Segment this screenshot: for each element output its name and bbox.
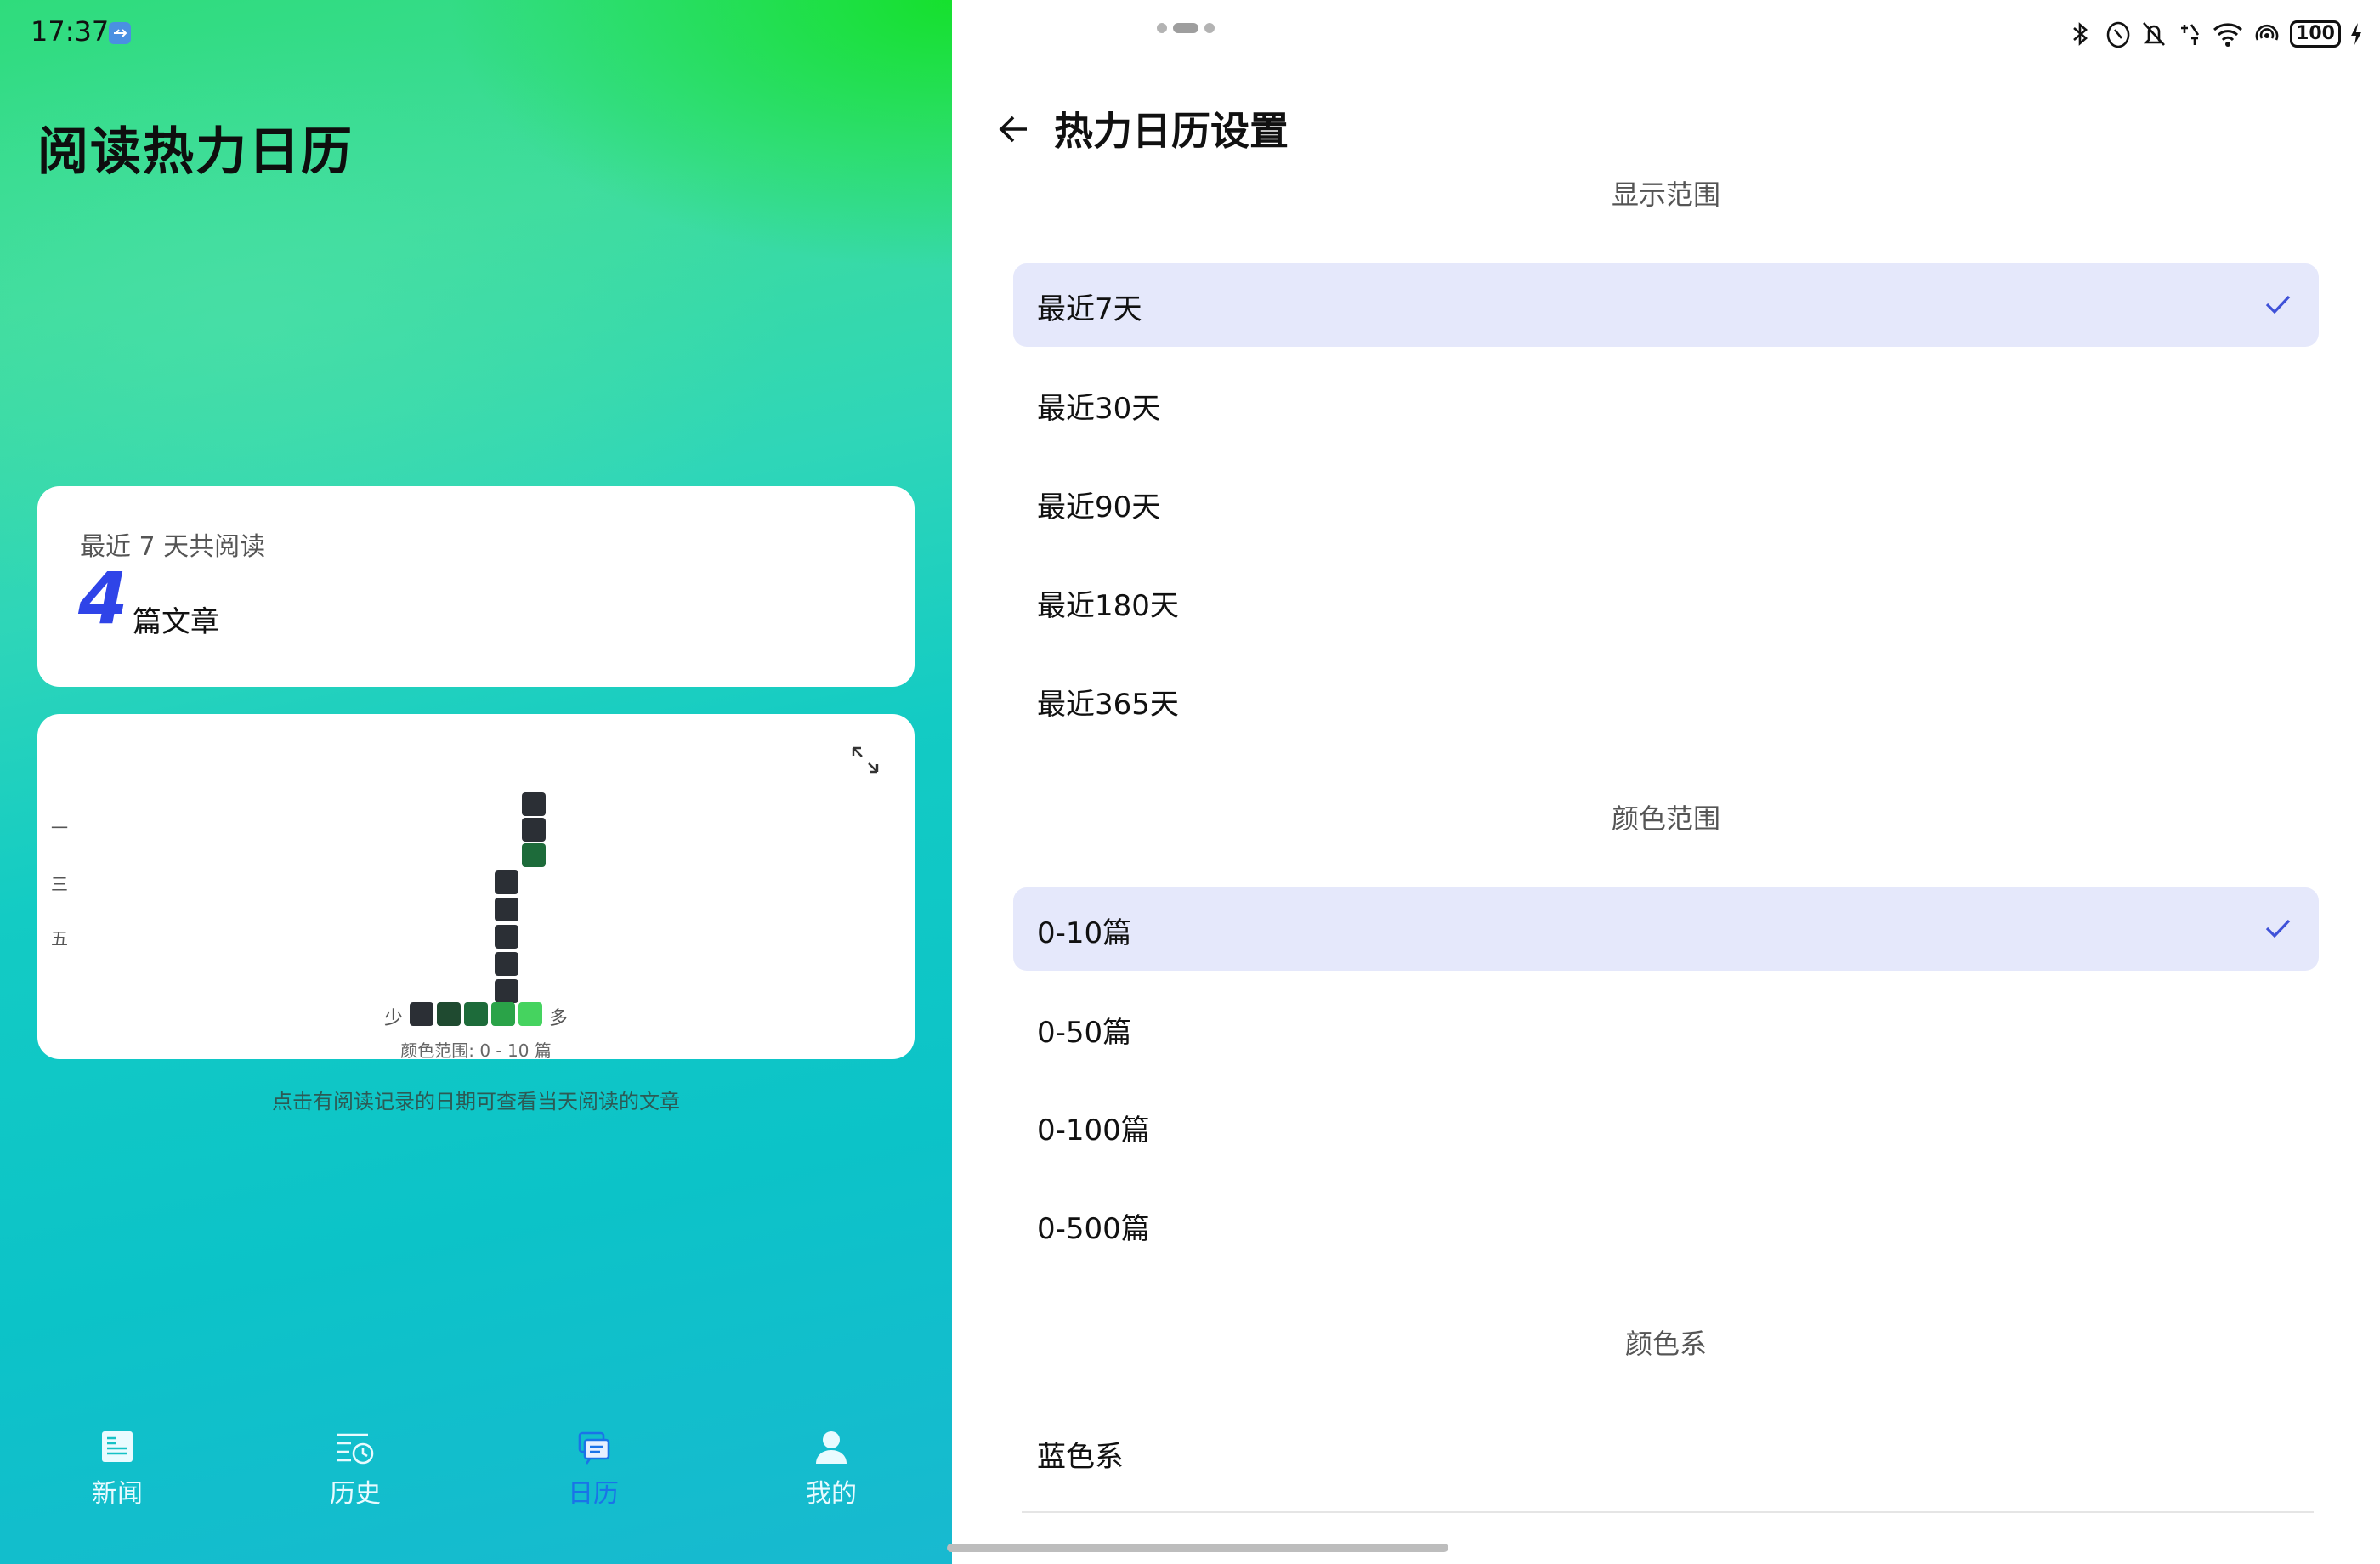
day-cell[interactable] [495, 898, 518, 921]
battery-icon: 100 [2290, 20, 2341, 48]
home-indicator[interactable] [947, 1544, 1448, 1552]
option-label: 蓝色系 [1037, 1440, 1124, 1474]
option-last-365-days[interactable]: 最近365天 [1013, 659, 2319, 742]
legend-swatch [518, 1002, 542, 1026]
article-count: 4 [78, 557, 128, 640]
weekday-label-mon: 一 [51, 818, 68, 838]
legend-high-label: 多 [549, 1008, 569, 1029]
option-last-90-days[interactable]: 最近90天 [1013, 462, 2319, 545]
legend-low-label: 少 [384, 1008, 404, 1029]
calendar-icon [578, 1431, 610, 1465]
option-blue-scheme[interactable]: 蓝色系 [1013, 1411, 2319, 1494]
status-icons: 100 [2067, 17, 2363, 51]
check-icon [2265, 919, 2291, 938]
day-cell[interactable] [522, 818, 546, 842]
legend-swatch [410, 1002, 434, 1026]
legend-swatch [464, 1002, 488, 1026]
option-label: 最近90天 [1037, 490, 1161, 524]
tab-history-label: 历史 [330, 1479, 381, 1509]
day-cell[interactable] [495, 952, 518, 976]
usb-icon [109, 22, 131, 44]
option-label: 0-10篇 [1037, 916, 1132, 950]
weekday-label-fri: 五 [51, 928, 68, 949]
option-label: 最近365天 [1037, 688, 1179, 722]
check-icon [2265, 295, 2291, 314]
tab-profile[interactable]: 我的 [763, 1428, 899, 1510]
reading-summary-card: 最近 7 天共阅读 4 篇文章 [37, 486, 915, 687]
option-label: 0-500篇 [1037, 1212, 1150, 1246]
legend-swatch [491, 1002, 515, 1026]
settings-title: 热力日历设置 [1054, 108, 1289, 154]
expand-icon[interactable] [848, 743, 882, 777]
day-cell[interactable] [495, 870, 518, 894]
section-header-color-scheme: 颜色系 [1624, 1328, 1707, 1360]
heatmap-card[interactable]: 一 三 五 少 多 颜色范围: 0 - 10 篇 [37, 714, 915, 1061]
option-label: 0-50篇 [1037, 1016, 1132, 1050]
multitask-handle-icon[interactable] [1156, 22, 1224, 34]
divider [1022, 1511, 2314, 1513]
back-arrow-icon[interactable] [993, 107, 1037, 151]
section-header-color-range: 颜色范围 [1611, 802, 1720, 835]
day-cell-active[interactable] [522, 843, 546, 867]
calendar-hint: 点击有阅读记录的日期可查看当天阅读的文章 [272, 1090, 680, 1114]
day-cell[interactable] [495, 979, 518, 1003]
news-icon [102, 1431, 133, 1462]
tab-calendar-label: 日历 [568, 1479, 619, 1509]
option-last-30-days[interactable]: 最近30天 [1013, 363, 2319, 446]
legend-swatch [437, 1002, 461, 1026]
bluetooth-icon [2073, 22, 2088, 46]
heatmap-settings-screen: 100 热力日历设置 显示范围 最近7天 最近30天 最近90天 最近180天 … [947, 0, 2380, 1564]
status-time: 17:37 [31, 15, 110, 48]
profile-icon [816, 1431, 847, 1464]
network-speed-icon [2181, 24, 2200, 45]
history-icon [337, 1433, 374, 1465]
tab-history[interactable]: 历史 [287, 1428, 423, 1510]
option-range-0-100[interactable]: 0-100篇 [1013, 1085, 2319, 1168]
option-range-0-50[interactable]: 0-50篇 [1013, 987, 2319, 1070]
option-label: 最近30天 [1037, 392, 1161, 426]
battery-level: 100 [2296, 23, 2335, 44]
color-range-note: 颜色范围: 0 - 10 篇 [400, 1040, 552, 1061]
page-title: 阅读热力日历 [37, 122, 354, 182]
mute-icon [2143, 22, 2166, 46]
day-cell[interactable] [522, 792, 546, 816]
day-cell[interactable] [495, 925, 518, 949]
heatmap-calendar-screen: 17:37 阅读热力日历 最近 7 天共阅读 4 篇文章 一 三 五 少 多 颜… [0, 0, 952, 1564]
option-label: 0-100篇 [1037, 1114, 1150, 1148]
charging-icon [2351, 23, 2361, 45]
option-range-0-10[interactable]: 0-10篇 [1013, 887, 2319, 971]
tab-news-label: 新闻 [92, 1479, 143, 1509]
section-header-display-range: 显示范围 [1611, 178, 1720, 211]
tab-profile-label: 我的 [806, 1479, 857, 1509]
wifi-icon [2213, 23, 2243, 47]
option-last-7-days[interactable]: 最近7天 [1013, 264, 2319, 347]
hotspot-icon [2255, 24, 2279, 41]
option-last-180-days[interactable]: 最近180天 [1013, 560, 2319, 643]
article-count-unit: 篇文章 [133, 605, 219, 639]
weekday-label-wed: 三 [51, 874, 68, 894]
nfc-icon [2106, 21, 2130, 48]
option-label: 最近180天 [1037, 589, 1179, 623]
tab-calendar[interactable]: 日历 [525, 1428, 661, 1510]
option-label: 最近7天 [1037, 292, 1142, 326]
tab-news[interactable]: 新闻 [49, 1428, 185, 1510]
option-range-0-500[interactable]: 0-500篇 [1013, 1183, 2319, 1266]
